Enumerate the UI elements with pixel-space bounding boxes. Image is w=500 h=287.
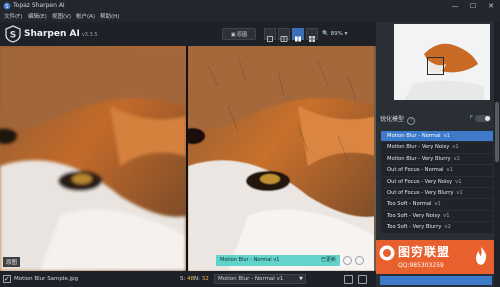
model-name: Out of Focus - Normal xyxy=(387,167,444,174)
model-name: Motion Blur - Very Blurry xyxy=(387,155,451,162)
minimize-button[interactable]: — xyxy=(446,0,464,12)
status-model-name: Motion Blur - Normal v1 xyxy=(220,257,280,263)
model-name: Too Soft - Normal xyxy=(387,201,432,208)
compare-toggle-icon[interactable] xyxy=(343,256,352,265)
model-item[interactable]: Out of Focus - Very Noisy v1 xyxy=(381,176,493,188)
view-single-button[interactable] xyxy=(264,28,276,42)
view-quad-icon xyxy=(309,36,315,42)
status-state: 已更新 xyxy=(320,257,336,263)
menu-account[interactable]: 帐户(A) xyxy=(76,12,95,22)
save-button[interactable] xyxy=(380,276,492,285)
noise-value: 32 xyxy=(201,276,209,282)
delete-icon[interactable] xyxy=(358,275,367,284)
app-header: S Sharpen AI v3.3.5 ▣ 原图 🔍 89% ▾ xyxy=(0,22,376,46)
watermark-title: 图穷联盟 xyxy=(398,245,451,259)
close-button[interactable]: ✕ xyxy=(482,0,500,12)
model-name: Out of Focus - Very Noisy xyxy=(387,178,453,185)
zoom-icon: 🔍 xyxy=(322,31,331,37)
model-version: v1 xyxy=(443,133,450,139)
model-version: v1 xyxy=(455,178,462,185)
watermark-qq: QQ:985303259 xyxy=(398,262,444,269)
model-version: v1 xyxy=(446,167,453,174)
zoom-value: 89% xyxy=(330,31,343,37)
toggle-mark: F xyxy=(470,115,473,121)
model-name: Motion Blur - Normal xyxy=(387,133,441,139)
processing-status-bar: Motion Blur - Normal v1 已更新 xyxy=(216,255,340,266)
fox-image-sharpened xyxy=(188,46,374,271)
svg-text:S: S xyxy=(10,31,16,41)
refresh-icon[interactable] xyxy=(355,256,364,265)
sharpen-logo-icon: S xyxy=(5,25,21,43)
maximize-button[interactable]: ☐ xyxy=(464,0,482,12)
model-list: Motion Blur - Normal v1 Motion Blur - Ver… xyxy=(381,131,493,234)
model-item[interactable]: Motion Blur - Very Blurry v2 xyxy=(381,153,493,166)
chevron-down-icon: ▼ xyxy=(299,276,303,282)
strength-label: S: xyxy=(180,276,186,282)
compare-label: 原图 xyxy=(237,32,248,38)
watermark-logo-icon xyxy=(379,245,395,261)
chevron-down-icon: ▾ xyxy=(344,31,348,37)
model-version: v2 xyxy=(444,224,451,231)
strength-readout: S: 48 xyxy=(180,271,194,287)
fox-image-original xyxy=(0,46,186,271)
original-label: 原图 xyxy=(3,257,21,267)
model-item[interactable]: Too Soft - Very Blurry v2 xyxy=(381,222,493,234)
model-item[interactable]: Out of Focus - Normal v1 xyxy=(381,165,493,177)
menu-file[interactable]: 文件(F) xyxy=(4,12,22,22)
model-item[interactable]: Out of Focus - Very Blurry v1 xyxy=(381,187,493,200)
app-icon: S xyxy=(3,2,11,10)
flame-icon xyxy=(476,247,487,265)
watermark-banner: 图穷联盟 QQ:985303259 xyxy=(376,240,494,274)
model-version: v2 xyxy=(453,155,460,162)
model-version: v1 xyxy=(434,201,441,208)
bottom-bar: Motion Blur Sample.jpg S: 48 N: 32 G: 0 … xyxy=(0,271,376,287)
menu-edit[interactable]: 编辑(E) xyxy=(28,12,47,22)
view-split-icon xyxy=(280,36,288,42)
menu-view[interactable]: 视图(V) xyxy=(52,12,71,22)
noise-readout: N: 32 xyxy=(194,271,209,287)
model-name: Motion Blur - Very Noisy xyxy=(387,144,450,151)
view-side-by-side-button[interactable] xyxy=(292,28,304,42)
model-item[interactable]: Motion Blur - Very Noisy v1 xyxy=(381,142,493,154)
filename: Motion Blur Sample.jpg xyxy=(14,276,79,282)
scrollbar-thumb[interactable] xyxy=(495,102,499,162)
compare-button[interactable]: ▣ 原图 xyxy=(222,28,256,40)
original-image: 原图 xyxy=(0,46,186,271)
view-split-button[interactable] xyxy=(278,28,290,42)
model-select-value: Motion Blur - Normal v1 xyxy=(218,276,284,282)
menu-help[interactable]: 帮助(H) xyxy=(100,12,119,22)
brand-name: Sharpen AI xyxy=(24,29,80,39)
model-name: Too Soft - Very Blurry xyxy=(387,224,442,231)
model-version: v1 xyxy=(452,144,459,151)
svg-text:S: S xyxy=(5,4,8,10)
zoom-control[interactable]: 🔍 89% ▾ xyxy=(322,28,372,40)
section-title: 锐化模型? xyxy=(380,114,416,125)
model-toggle[interactable] xyxy=(475,115,491,122)
brand-version: v3.3.5 xyxy=(81,32,98,38)
sharpened-image xyxy=(188,46,374,271)
model-item[interactable]: Too Soft - Normal v1 xyxy=(381,199,493,211)
help-icon[interactable]: ? xyxy=(407,117,416,125)
image-settings-icon[interactable] xyxy=(344,275,353,284)
model-version: v1 xyxy=(443,212,450,219)
image-preview-area[interactable]: 原图 Motion Blur - Normal v1 已更新 xyxy=(0,46,376,271)
model-select[interactable]: Motion Blur - Normal v1 ▼ xyxy=(214,274,306,284)
model-name: Too Soft - Very Noisy xyxy=(387,212,441,219)
model-name: Out of Focus - Very Blurry xyxy=(387,189,454,196)
image-select-checkbox[interactable] xyxy=(3,271,11,287)
model-version: v1 xyxy=(456,189,463,196)
window-title: Topaz Sharpen AI xyxy=(13,2,65,9)
view-single-icon xyxy=(267,36,273,42)
sharpen-models-title: 锐化模型 xyxy=(380,116,405,123)
brand: Sharpen AI v3.3.5 xyxy=(24,29,98,39)
menu-bar: 文件(F) 编辑(E) 视图(V) 帐户(A) 帮助(H) xyxy=(0,12,500,22)
model-item[interactable]: Motion Blur - Normal v1 xyxy=(381,131,493,143)
noise-label: N: xyxy=(194,276,200,282)
view-quad-button[interactable] xyxy=(306,28,318,42)
navigator-viewport[interactable] xyxy=(427,57,444,75)
title-bar: S Topaz Sharpen AI — ☐ ✕ xyxy=(0,0,500,12)
view-side-by-side-icon xyxy=(295,36,301,42)
right-panel-scrollbar[interactable] xyxy=(494,22,500,287)
model-item[interactable]: Too Soft - Very Noisy v1 xyxy=(381,210,493,223)
